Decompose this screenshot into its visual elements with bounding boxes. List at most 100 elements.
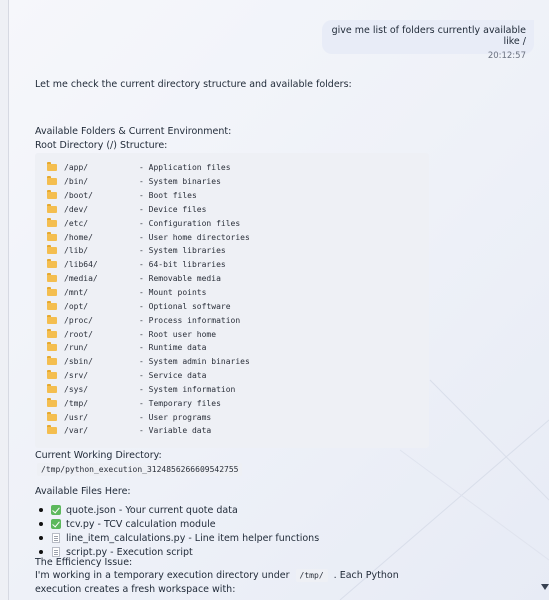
folder-icon bbox=[47, 176, 57, 186]
folder-description: - Service data bbox=[139, 371, 207, 381]
section-title: Available Folders & Current Environment: bbox=[35, 126, 232, 137]
files-list: quote.json - Your current quote data tcv.… bbox=[35, 503, 319, 559]
file-list-item: quote.json - Your current quote data bbox=[35, 503, 319, 517]
folder-description: - Boot files bbox=[139, 191, 197, 201]
folder-icon bbox=[47, 245, 57, 255]
folder-row: /mnt/ - Mount points bbox=[47, 286, 429, 300]
efficiency-line-2: execution creates a fresh workspace with… bbox=[35, 584, 236, 595]
folder-description: - Mount points bbox=[139, 288, 207, 298]
bullet bbox=[39, 536, 43, 540]
folder-row: /boot/ - Boot files bbox=[47, 189, 429, 203]
folder-name: /run/ bbox=[64, 343, 89, 353]
folder-row: /sys/ - System information bbox=[47, 383, 429, 397]
folder-icon bbox=[47, 162, 57, 172]
folder-icon bbox=[47, 300, 57, 310]
folder-icon bbox=[47, 342, 57, 352]
folder-icon bbox=[47, 287, 57, 297]
folder-icon bbox=[47, 370, 57, 380]
folder-description: - Configuration files bbox=[139, 218, 241, 228]
folder-description: - Temporary files bbox=[139, 398, 221, 408]
folder-description: - System binaries bbox=[139, 177, 221, 187]
files-title: Available Files Here: bbox=[35, 486, 131, 497]
assistant-message: Let me check the current directory struc… bbox=[35, 78, 525, 595]
cwd-label: Current Working Directory: bbox=[35, 450, 162, 461]
folder-name: /media/ bbox=[64, 274, 98, 284]
folder-row: /lib/ - System libraries bbox=[47, 244, 429, 258]
left-rail bbox=[0, 0, 9, 600]
folder-row: /root/ - Root user home bbox=[47, 327, 429, 341]
folder-row: /run/ - Runtime data bbox=[47, 341, 429, 355]
folder-icon bbox=[47, 356, 57, 366]
folder-name: /lib64/ bbox=[64, 260, 98, 270]
check-icon bbox=[51, 519, 61, 529]
folder-icon bbox=[47, 259, 57, 269]
scroll-down-arrow-icon[interactable] bbox=[541, 584, 549, 590]
efficiency-title: The Efficiency Issue: bbox=[35, 557, 133, 568]
folder-name: /bin/ bbox=[64, 177, 89, 187]
folder-description: - Device files bbox=[139, 204, 207, 214]
user-message-text: give me list of folders currently availa… bbox=[331, 25, 526, 47]
folder-description: - User home directories bbox=[139, 232, 250, 242]
bullet bbox=[39, 508, 43, 512]
folder-icon bbox=[47, 190, 57, 200]
folder-row: /tmp/ - Temporary files bbox=[47, 396, 429, 410]
folder-row: /app/ - Application files bbox=[47, 161, 429, 175]
root-directory-title: Root Directory (/) Structure: bbox=[35, 140, 168, 151]
file-list-item: tcv.py - TCV calculation module bbox=[35, 517, 319, 531]
cwd-path: /tmp/python_execution_312485626660954275… bbox=[37, 463, 243, 476]
folder-icon bbox=[47, 411, 57, 421]
folder-row: /media/ - Removable media bbox=[47, 272, 429, 286]
folder-name: /opt/ bbox=[64, 301, 89, 311]
folder-name: /boot/ bbox=[64, 191, 93, 201]
folder-row: /bin/ - System binaries bbox=[47, 175, 429, 189]
folder-description: - System information bbox=[139, 384, 236, 394]
folder-description: - Removable media bbox=[139, 274, 221, 284]
check-icon bbox=[51, 505, 61, 515]
folder-name: /usr/ bbox=[64, 412, 89, 422]
folder-name: /app/ bbox=[64, 163, 89, 173]
folder-description: - System libraries bbox=[139, 246, 226, 256]
folder-icon bbox=[47, 328, 57, 338]
folder-name: /etc/ bbox=[64, 218, 89, 228]
file-description: quote.json - Your current quote data bbox=[66, 504, 238, 516]
folder-description: - System admin binaries bbox=[139, 357, 250, 367]
folder-icon bbox=[47, 273, 57, 283]
folder-row: /dev/ - Device files bbox=[47, 203, 429, 217]
folder-row: /lib64/ - 64-bit libraries bbox=[47, 258, 429, 272]
folder-icon bbox=[47, 397, 57, 407]
folder-name: /proc/ bbox=[64, 315, 93, 325]
folder-description: - 64-bit libraries bbox=[139, 260, 226, 270]
efficiency-text-post: . Each Python bbox=[333, 570, 399, 581]
folder-row: /proc/ - Process information bbox=[47, 313, 429, 327]
document-icon bbox=[52, 533, 60, 543]
folder-name: /sys/ bbox=[64, 384, 89, 394]
folder-name: /mnt/ bbox=[64, 288, 89, 298]
folder-icon bbox=[47, 217, 57, 227]
folder-description: - User programs bbox=[139, 412, 212, 422]
folder-row: /sbin/ - System admin binaries bbox=[47, 355, 429, 369]
folder-name: /dev/ bbox=[64, 204, 89, 214]
bullet bbox=[39, 522, 43, 526]
folder-description: - Application files bbox=[139, 163, 231, 173]
folder-row: /home/ - User home directories bbox=[47, 230, 429, 244]
file-description: tcv.py - TCV calculation module bbox=[66, 518, 216, 530]
folder-icon bbox=[47, 383, 57, 393]
folder-name: /lib/ bbox=[64, 246, 89, 256]
assistant-intro: Let me check the current directory struc… bbox=[35, 79, 352, 90]
folder-icon bbox=[47, 314, 57, 324]
folder-row: /etc/ - Configuration files bbox=[47, 216, 429, 230]
folder-row: /srv/ - Service data bbox=[47, 369, 429, 383]
bullet bbox=[39, 550, 43, 554]
folder-icon bbox=[47, 231, 57, 241]
folder-description: - Runtime data bbox=[139, 343, 207, 353]
folder-icon bbox=[47, 425, 57, 435]
folder-row: /var/ - Variable data bbox=[47, 424, 429, 438]
folder-row: /usr/ - User programs bbox=[47, 410, 429, 424]
folder-name: /srv/ bbox=[64, 371, 89, 381]
efficiency-text-pre: I'm working in a temporary execution dir… bbox=[35, 570, 290, 581]
file-description: line_item_calculations.py - Line item he… bbox=[66, 532, 320, 544]
folder-name: /sbin/ bbox=[64, 357, 93, 367]
folder-row: /opt/ - Optional software bbox=[47, 299, 429, 313]
message-timestamp: 20:12:57 bbox=[487, 51, 526, 61]
file-list-item: line_item_calculations.py - Line item he… bbox=[35, 531, 319, 545]
